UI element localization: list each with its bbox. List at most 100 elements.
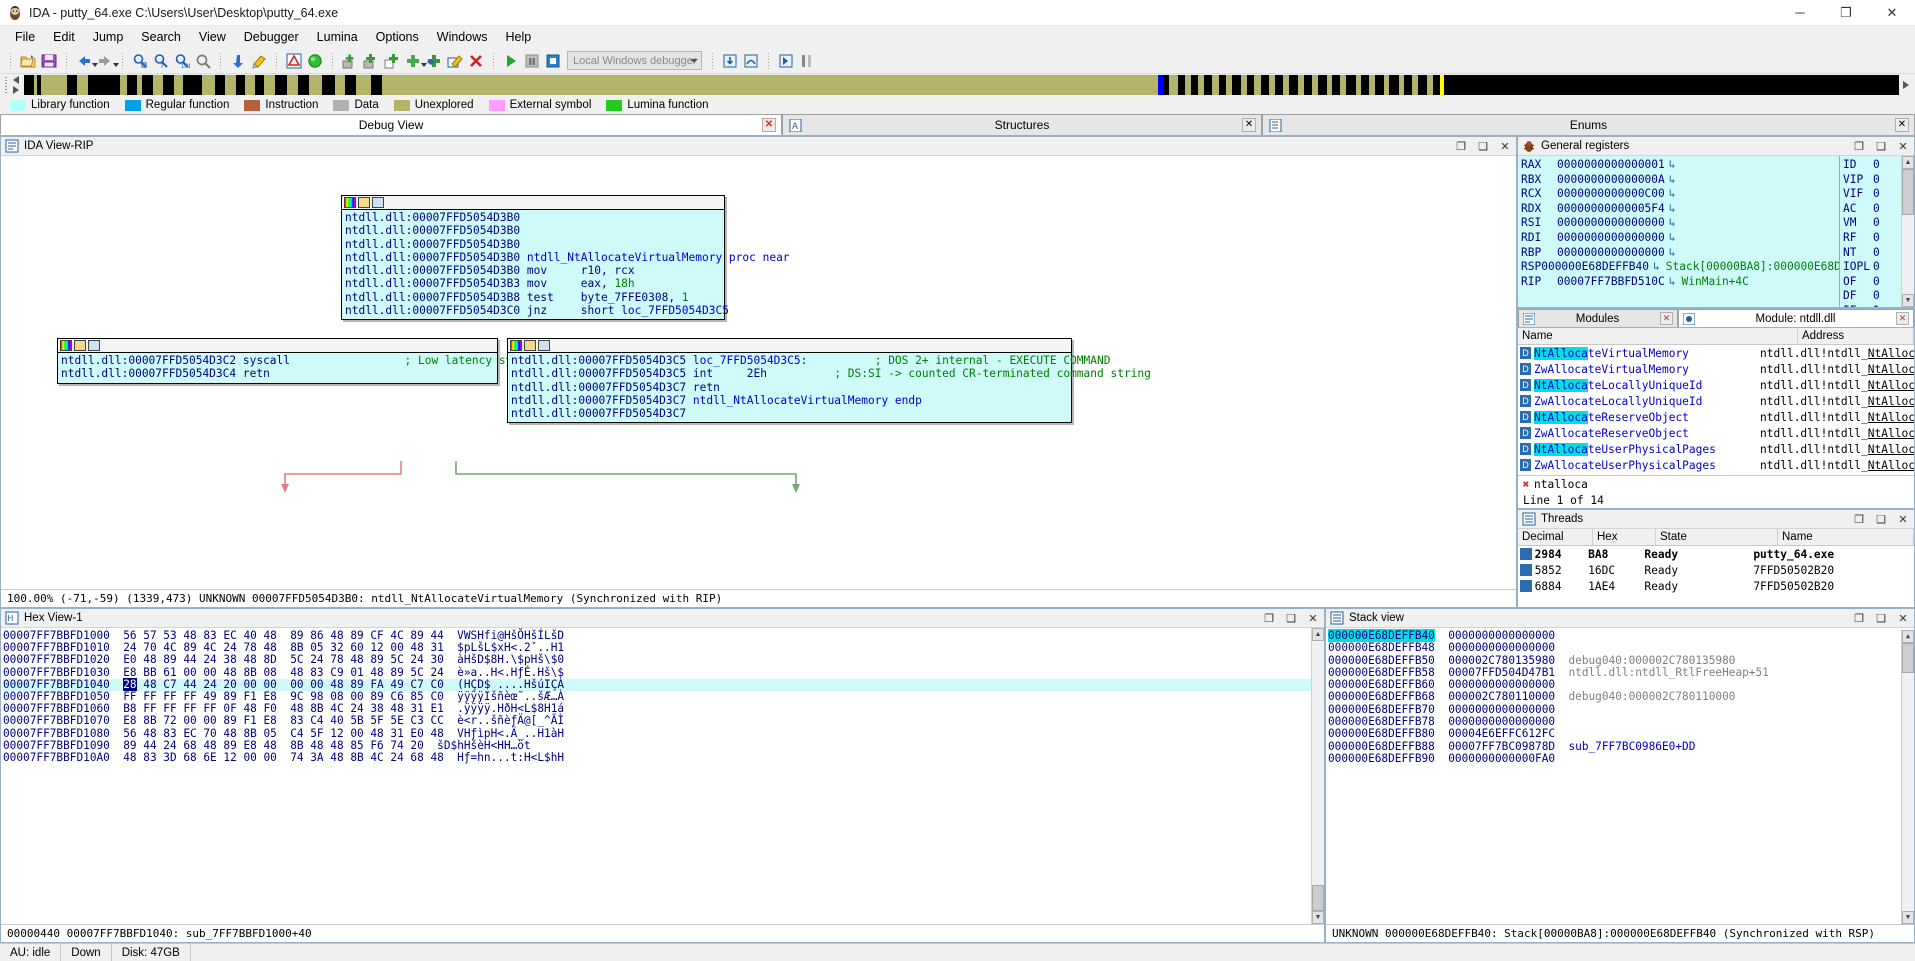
navband-segment[interactable] [1418,75,1427,95]
address-link[interactable]: NtAlloca [1868,427,1914,440]
navband-segment[interactable] [215,75,225,95]
stack-address[interactable]: 000000E68DEFFB68 [1328,690,1435,703]
stack-view-scrollbar[interactable]: ▲ ▼ [1901,630,1914,924]
column-header-name[interactable]: Name [1778,529,1914,545]
stack-value[interactable]: 00007FFD504D47B1 [1435,666,1555,679]
navigation-band[interactable] [24,75,1899,95]
navband-segment[interactable] [1190,75,1199,95]
register-value[interactable]: 000000E68DEFFB40 [1541,260,1649,275]
modules-filter-value[interactable]: ntalloca [1534,478,1588,491]
code-line[interactable]: ntdll.dll:00007FFD5054D3B0 [345,224,721,237]
register-row[interactable]: RDX 00000000000005F4 ↳ [1521,202,1839,217]
node-edit-icon[interactable] [74,340,86,351]
registers-scroll-up-icon[interactable]: ▲ [1902,156,1914,169]
stack-view-restore-button[interactable]: ❐ [1848,609,1870,628]
hex-bytes[interactable]: E8 8B 72 00 00 89 F1 E8 83 C4 40 5B 5F 5… [123,714,444,727]
register-value[interactable]: 000000000000000A [1557,173,1665,188]
tab-modules-close[interactable]: ✕ [1660,312,1673,325]
address-link[interactable]: NtAlloca [1868,395,1914,408]
navband-left-arrows[interactable] [10,75,24,95]
flag-value[interactable]: 0 [1873,289,1880,304]
flag-value[interactable]: 0 [1873,260,1880,275]
hex-bytes[interactable]: 48 83 3D 68 6E 12 00 00 74 3A 48 8B 4C 2… [123,751,444,764]
navband-segment[interactable] [1246,75,1255,95]
hex-scroll-down-icon[interactable]: ▼ [1312,911,1324,924]
flag-row[interactable]: VM 0 [1843,216,1901,231]
save-icon[interactable] [39,51,59,71]
module-address[interactable]: ntdll.dll!ntdll_NtAlloca... [1760,379,1914,392]
register-row[interactable]: RSP 000000E68DEFFB40 ↳ Stack[00000BA8]:0000… [1521,260,1839,275]
navband-segment[interactable] [309,75,323,95]
table-row[interactable]: D NtAllocateReserveObject ntdll.dll!ntdll_… [1518,409,1914,425]
code-line[interactable]: ntdll.dll:00007FFD5054D3C7 ntdll_NtAlloc… [511,394,1068,407]
navband-segment[interactable] [1169,75,1179,95]
register-value[interactable]: 0000000000000001 [1557,158,1665,173]
hex-scroll-track[interactable] [1312,641,1324,885]
hex-bytes[interactable]: 89 44 24 68 48 89 E8 48 8B 48 48 85 F6 7… [123,739,424,752]
hex-view-body[interactable]: 00007FF7BBFD1000 56 57 53 48 83 EC 40 48… [1,628,1324,924]
hex-bytes[interactable]: E8 BB 61 00 00 48 8B 08 48 83 C9 01 48 8… [123,666,444,679]
stack-value[interactable]: 0000000000000FA0 [1435,752,1555,765]
navband-segment[interactable] [382,75,1159,95]
open-file-icon[interactable] [18,51,38,71]
delete-bpt-icon[interactable] [466,51,486,71]
hex-line[interactable]: 00007FF7BBFD10A0 48 83 3D 68 6E 12 00 00… [3,751,1311,764]
code-line[interactable]: ntdll.dll:00007FFD5054D3C5 int 2Eh ; DS:… [511,367,1151,380]
stack-address[interactable]: 000000E68DEFFB48 [1328,641,1435,654]
register-follow-icon[interactable]: ↳ [1669,246,1676,261]
flag-value[interactable]: 0 [1873,187,1880,202]
tab-enums[interactable]: Enums ✕ [1262,114,1915,135]
navband-segment[interactable] [275,75,287,95]
address-link[interactable]: NtAlloca [1868,411,1914,424]
chevron-down-icon[interactable] [690,59,698,63]
navband-segment[interactable] [1231,75,1242,95]
flag-value[interactable]: 0 [1873,231,1880,246]
menu-file[interactable]: File [6,28,44,46]
navband-segment[interactable] [202,75,216,95]
address-link[interactable]: NtAlloca [1868,459,1914,472]
add-bpt-icon[interactable] [340,51,360,71]
hex-scroll-thumb[interactable] [1312,885,1324,911]
navband-segment[interactable] [245,75,255,95]
search-names-icon[interactable]: I [151,51,171,71]
flag-row[interactable]: VIP 0 [1843,173,1901,188]
register-value[interactable]: 0000000000000000 [1557,216,1665,231]
navband-segment[interactable] [1318,75,1327,95]
module-name[interactable]: ZwAllocateVirtualMemory [1534,363,1760,376]
navband-arrow-left-icon[interactable] [13,76,19,84]
navband-segment[interactable] [183,75,203,95]
stack-address[interactable]: 000000E68DEFFB90 [1328,752,1435,765]
threads-restore-button[interactable]: ❐ [1848,510,1870,529]
navband-segment[interactable] [224,75,236,95]
graph-node-code[interactable]: ntdll.dll:00007FFD5054D3B0 ntdll.dll:0000… [342,210,790,319]
column-header-name[interactable]: Name [1518,328,1798,344]
nav-back-icon[interactable] [74,51,98,71]
stack-address[interactable]: 000000E68DEFFB60 [1328,678,1435,691]
flags-list[interactable]: ID0VIP0VIF0AC0VM0RF0NT0IOPL0OF0DF0IF1 [1839,156,1901,307]
module-address[interactable]: ntdll.dll!ntdll_NtAlloca... [1760,459,1914,472]
flag-row[interactable]: RF 0 [1843,231,1901,246]
menu-debugger[interactable]: Debugger [235,28,308,46]
flag-row[interactable]: IF1 [1843,304,1901,307]
register-row[interactable]: RBP 0000000000000000 ↳ [1521,246,1839,261]
hex-view-restore-button[interactable]: ❐ [1258,609,1280,628]
module-address[interactable]: ntdll.dll!ntdll_NtAlloca... [1760,347,1914,360]
flag-value[interactable]: 0 [1873,216,1880,231]
registers-maximize-button[interactable]: ❑ [1870,137,1892,156]
hex-bytes[interactable]: 56 57 53 48 83 EC 40 48 89 86 48 89 CF 4… [123,629,444,642]
navband-segment[interactable] [127,75,137,95]
registers-body[interactable]: RAX 0000000000000001 ↳ RBX 000000000000000A ↳… [1518,156,1914,307]
hex-bytes[interactable]: 28 48 C7 44 24 20 00 00 00 00 48 89 FA 4… [123,677,444,691]
code-line[interactable]: ntdll.dll:00007FFD5054D3C2 syscall ; Low… [61,354,573,367]
module-name[interactable]: NtAllocateUserPhysicalPages [1534,442,1760,456]
navband-segment[interactable] [1304,75,1312,95]
tab-enums-close[interactable]: ✕ [1895,118,1909,132]
address-link[interactable]: NtAlloca [1868,379,1914,392]
hex-view-maximize-button[interactable]: ❑ [1280,609,1302,628]
menu-edit[interactable]: Edit [44,28,84,46]
add-bpt2-icon[interactable] [361,51,381,71]
tab-module-ntdll-close[interactable]: ✕ [1896,312,1909,325]
register-row[interactable]: RBX 000000000000000A ↳ [1521,173,1839,188]
tab-structures[interactable]: A Structures ✕ [782,114,1262,135]
undo-icon[interactable] [228,51,248,71]
